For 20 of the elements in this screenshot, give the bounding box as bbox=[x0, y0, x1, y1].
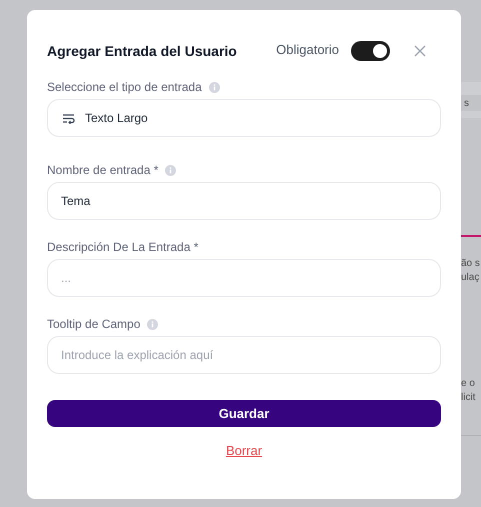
background-text: s bbox=[464, 96, 469, 110]
field-label: Tooltip de Campo bbox=[47, 316, 140, 333]
text-wrap-icon bbox=[62, 112, 75, 124]
delete-link[interactable]: Borrar bbox=[226, 441, 262, 460]
background-text: ão s bbox=[461, 257, 481, 271]
required-toggle[interactable] bbox=[351, 41, 390, 61]
close-icon bbox=[414, 45, 426, 57]
save-button[interactable]: Guardar bbox=[47, 400, 441, 427]
input-type-select[interactable]: Texto Largo bbox=[47, 99, 441, 137]
background-text: e o bbox=[461, 377, 476, 391]
field-label: Seleccione el tipo de entrada bbox=[47, 79, 202, 96]
input-field[interactable]: Introduce la explicación aquí bbox=[47, 336, 441, 374]
field-label: Descripción De La Entrada * bbox=[47, 239, 198, 256]
field-label: Nombre de entrada * bbox=[47, 162, 158, 179]
input-field[interactable]: Tema bbox=[47, 182, 441, 220]
input-field[interactable]: ... bbox=[47, 259, 441, 297]
dialog-title: Agregar Entrada del Usuario bbox=[47, 42, 237, 61]
background-text: ulaç bbox=[461, 271, 480, 285]
toggle-label: Obligatorio bbox=[276, 41, 339, 60]
background-text: licit bbox=[461, 391, 476, 405]
